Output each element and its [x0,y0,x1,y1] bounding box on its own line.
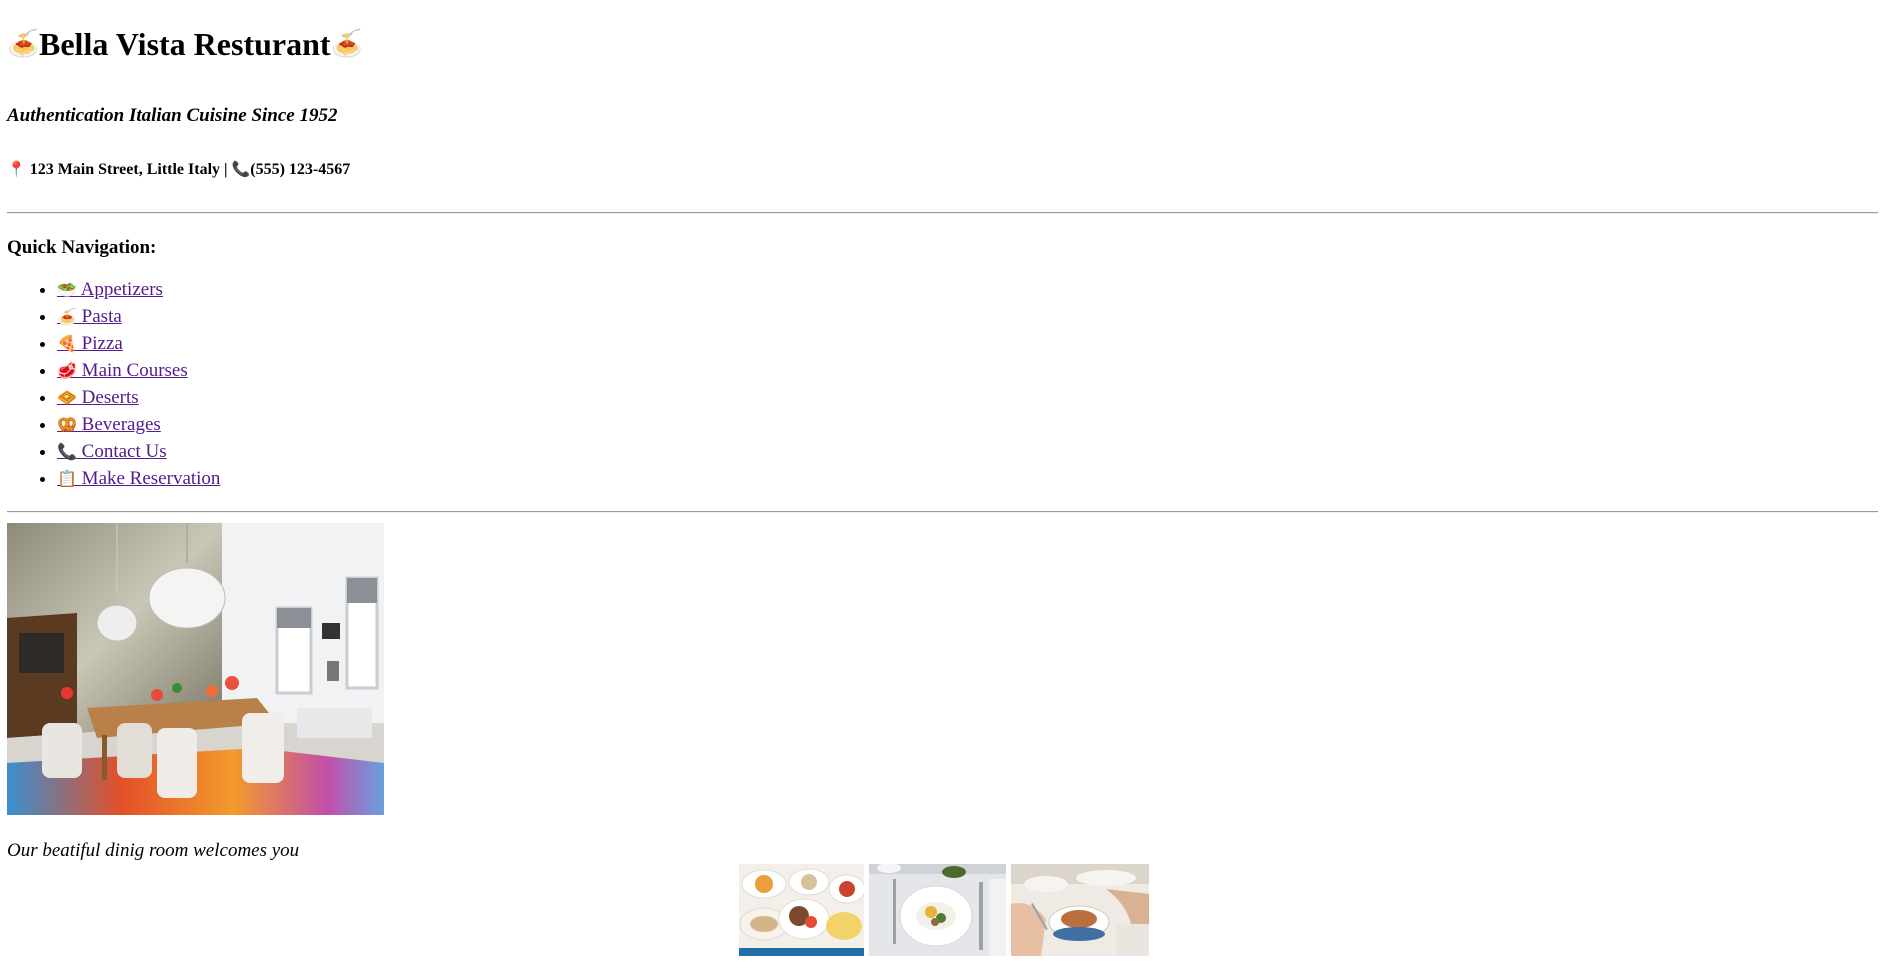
phone-number: (555) 123-4567 [250,161,351,178]
nav-link-deserts[interactable]: 🧇 Deserts [57,387,139,408]
nav-item-pasta: 🍝 Pasta [57,303,1878,330]
phone-icon: 📞 [231,160,251,178]
divider [7,511,1878,513]
nav-link-beverages[interactable]: 🥨 Beverages [57,414,161,435]
nav-item-main-courses: 🥩 Main Courses [57,357,1878,384]
nav-item-appetizers: 🥗 Appetizers [57,276,1878,303]
pasta-icon: 🍝 [57,307,77,326]
pizza-icon: 🍕 [57,334,77,353]
salad-icon: 🥗 [57,280,77,299]
steak-icon: 🥩 [57,361,77,380]
nav-link-pizza[interactable]: 🍕 Pizza [57,333,123,354]
address-text: 123 Main Street, Little Italy | [29,161,228,178]
nav-link-label: Pasta [81,306,122,327]
nav-link-label: Make Reservation [81,468,221,489]
nav-item-deserts: 🧇 Deserts [57,384,1878,411]
pin-icon: 📍 [7,160,26,178]
clipboard-icon: 📋 [57,469,77,488]
nav-link-label: Main Courses [81,360,188,381]
page-title: 🍝 Bella Vista Resturant 🍝 [7,0,1878,64]
pasta-icon: 🍝 [330,29,363,59]
nav-item-make-reservation: 📋 Make Reservation [57,465,1878,492]
nav-link-label: Appetizers [80,279,163,300]
nav-link-label: Deserts [81,387,139,408]
dining-room-caption: Our beatiful dinig room welcomes you [7,840,300,861]
tagline: Authentication Italian Cuisine Since 195… [7,105,338,126]
food-photo-plated-dish [869,864,1006,956]
nav-link-label: Contact Us [81,441,167,462]
contact-line: 📍 123 Main Street, Little Italy | 📞(555)… [7,128,1878,181]
nav-link-contact-us[interactable]: 📞 Contact Us [57,441,167,462]
nav-link-pasta[interactable]: 🍝 Pasta [57,306,122,327]
food-photo-platters [739,864,864,956]
food-photo-dining-guests [1011,864,1149,956]
restaurant-name: Bella Vista Resturant [39,26,331,62]
nav-heading: Quick Navigation: [7,237,157,258]
page: 🍝 Bella Vista Resturant 🍝 Authentication I… [0,0,1885,863]
food-gallery [739,864,1149,956]
nav-link-main-courses[interactable]: 🥩 Main Courses [57,360,188,381]
quick-navigation: 🥗 Appetizers 🍝 Pasta 🍕 Pizza 🥩 Main Cour… [7,276,1878,492]
pasta-icon: 🍝 [7,29,40,59]
nav-item-pizza: 🍕 Pizza [57,330,1878,357]
nav-link-label: Pizza [81,333,123,354]
nav-item-beverages: 🥨 Beverages [57,411,1878,438]
waffle-icon: 🧇 [57,388,77,407]
pretzel-icon: 🥨 [57,415,77,434]
phone-icon: 📞 [57,442,77,461]
nav-link-appetizers[interactable]: 🥗 Appetizers [57,279,163,300]
nav-link-make-reservation[interactable]: 📋 Make Reservation [57,468,220,489]
dining-room-photo [7,523,384,815]
nav-link-label: Beverages [81,414,161,435]
nav-item-contact-us: 📞 Contact Us [57,438,1878,465]
